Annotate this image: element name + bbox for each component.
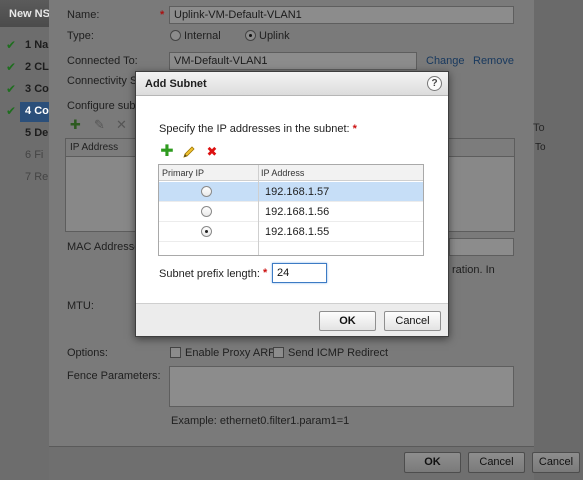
subnet-prefix-label: Subnet prefix length: <box>159 268 260 280</box>
checkmark-icon: ✔ <box>6 82 17 96</box>
table-row[interactable]: 192.168.1.57 <box>159 182 423 202</box>
ip-address-table: Primary IP IP Address 192.168.1.57 192.1… <box>158 164 424 256</box>
wizard-cancel-button[interactable]: Cancel <box>468 452 525 473</box>
type-label: Type: <box>67 30 94 42</box>
ip-address-cell: 192.168.1.56 <box>265 206 330 218</box>
mac-addresses-label: MAC Addresse <box>67 241 141 253</box>
ip-address-cell: 192.168.1.57 <box>265 186 330 198</box>
subnets-table-header-to: To <box>533 122 545 134</box>
wizard-button-bar <box>49 446 534 480</box>
x-icon[interactable]: ✕ <box>116 117 127 133</box>
type-uplink-option[interactable]: Uplink <box>245 30 290 42</box>
send-icmp-redirect-checkbox[interactable] <box>273 347 284 358</box>
enable-proxy-arp-option[interactable]: Enable Proxy ARP <box>170 347 276 359</box>
primary-ip-column-header: Primary IP <box>162 168 205 178</box>
fence-parameters-label: Fence Parameters: <box>67 370 161 382</box>
table-row[interactable]: 192.168.1.56 <box>159 202 423 222</box>
uplink-radio[interactable] <box>245 30 256 41</box>
subnet-instruction: Specify the IP addresses in the subnet: … <box>159 123 357 135</box>
ip-address-column-header: IP Address <box>261 168 305 178</box>
parent-cancel-button[interactable]: Cancel <box>532 452 580 473</box>
primary-ip-radio[interactable] <box>201 226 212 237</box>
required-mark: * <box>352 123 357 135</box>
column-divider <box>258 165 259 255</box>
name-required-mark: * <box>160 9 165 21</box>
subnet-prefix-input[interactable] <box>272 263 327 283</box>
change-link[interactable]: Change <box>426 55 465 67</box>
mac-address-field[interactable] <box>449 238 514 256</box>
ok-button[interactable]: OK <box>319 311 376 331</box>
configure-subnets-label: Configure subn <box>67 100 142 112</box>
name-label: Name: <box>67 9 100 21</box>
plus-icon[interactable]: ✚ <box>160 144 174 160</box>
type-internal-option[interactable]: Internal <box>170 30 221 42</box>
plus-icon[interactable]: ✚ <box>70 117 81 133</box>
checkmark-icon: ✔ <box>6 104 17 118</box>
connected-to-field[interactable]: VM-Default-VLAN1 <box>169 52 417 70</box>
checkmark-icon: ✔ <box>6 38 17 52</box>
primary-ip-radio[interactable] <box>201 206 212 217</box>
name-field[interactable]: Uplink-VM-Default-VLAN1 <box>169 6 514 24</box>
pencil-icon[interactable]: ✎ <box>94 117 105 133</box>
send-icmp-redirect-option[interactable]: Send ICMP Redirect <box>273 347 388 359</box>
enable-proxy-arp-checkbox[interactable] <box>170 347 181 358</box>
options-label: Options: <box>67 347 108 359</box>
pencil-icon[interactable] <box>182 145 196 159</box>
mac-note: ration. In <box>452 264 495 276</box>
ip-address-cell: 192.168.1.55 <box>265 226 330 238</box>
connectivity-status-label: Connectivity St <box>67 75 141 87</box>
cancel-button[interactable]: Cancel <box>384 311 441 331</box>
fence-example: Example: ethernet0.filter1.param1=1 <box>171 415 350 427</box>
wizard-ok-button[interactable]: OK <box>404 452 461 473</box>
primary-ip-radio[interactable] <box>201 186 212 197</box>
wizard-right-gutter <box>534 0 583 480</box>
connected-to-label: Connected To: <box>67 55 138 67</box>
checkmark-icon: ✔ <box>6 60 17 74</box>
dialog-title: Add Subnet <box>136 72 448 96</box>
mtu-label: MTU: <box>67 300 94 312</box>
fence-parameters-field[interactable] <box>169 366 514 407</box>
table-row[interactable]: 192.168.1.55 <box>159 222 423 242</box>
question-icon[interactable]: ? <box>427 76 442 91</box>
ip-table-header: Primary IP IP Address <box>159 165 423 181</box>
add-subnet-dialog: Add Subnet ? Specify the IP addresses in… <box>135 71 449 337</box>
x-icon[interactable]: ✖ <box>205 145 219 159</box>
dialog-button-bar: OK Cancel <box>136 303 448 336</box>
prefix-required-mark: * <box>263 267 268 279</box>
internal-radio[interactable] <box>170 30 181 41</box>
remove-link[interactable]: Remove <box>473 55 514 67</box>
